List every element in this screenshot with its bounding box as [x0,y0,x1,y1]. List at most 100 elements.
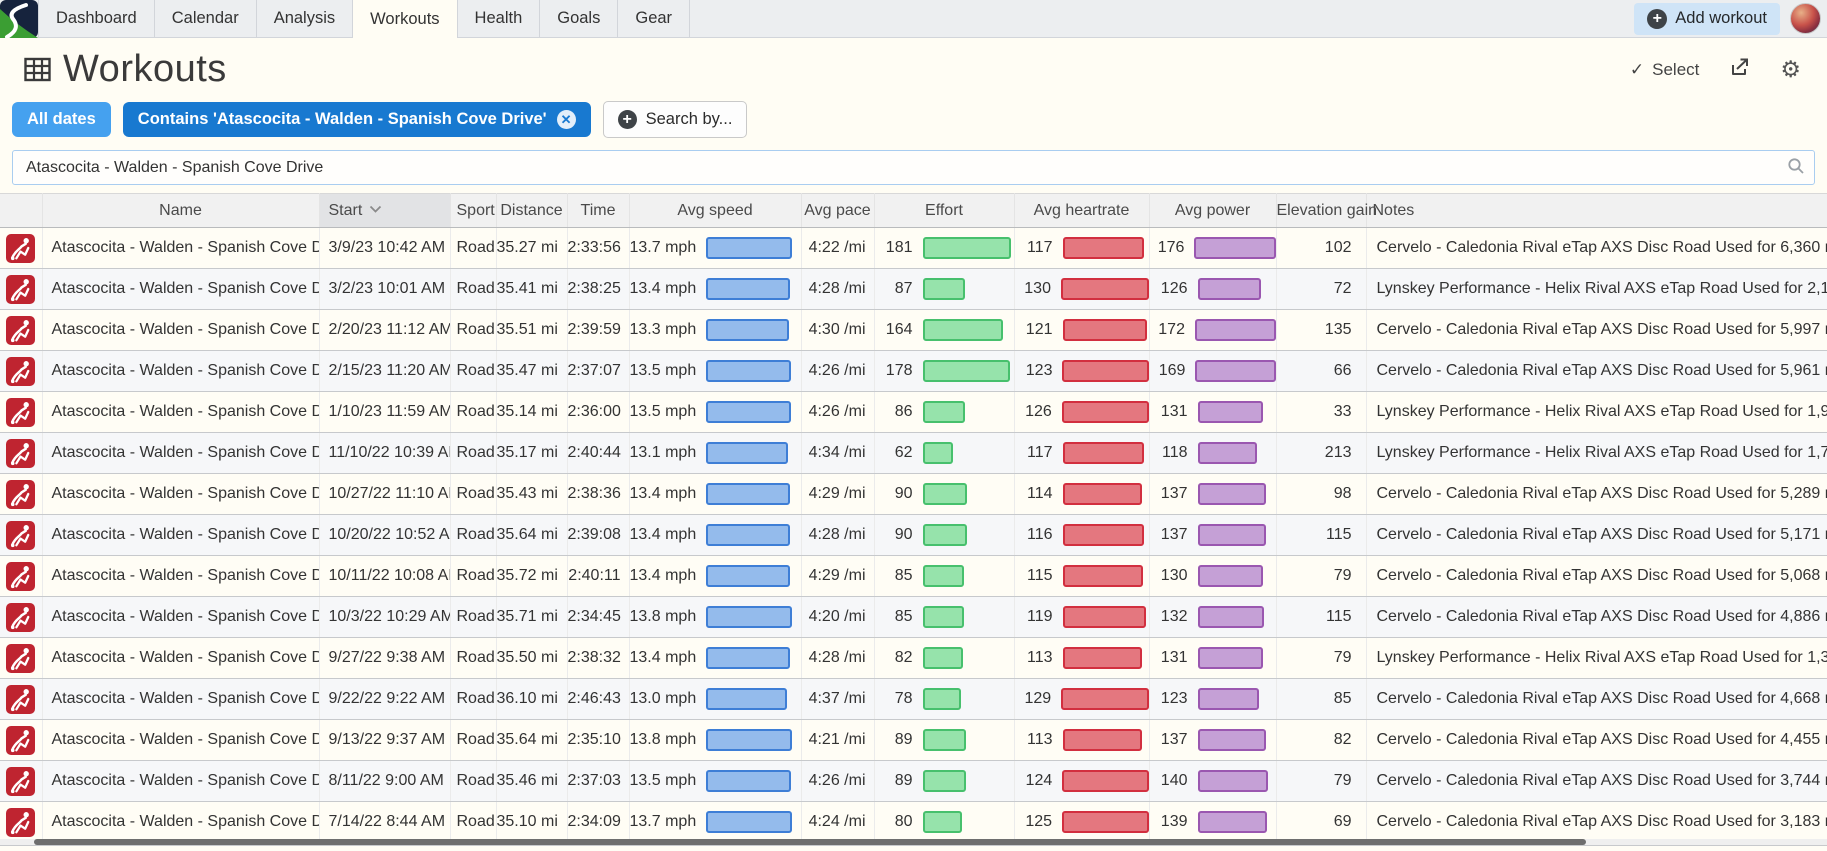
table-row[interactable]: Atascocita - Walden - Spanish Cove Drive… [0,474,1827,515]
workout-distance: 35.72 mi [496,556,567,597]
table-row[interactable]: Atascocita - Walden - Spanish Cove Drive… [0,679,1827,720]
effort-value: 78 [875,690,913,708]
cycling-workout-icon [6,316,35,345]
workout-time: 2:39:08 [567,515,629,556]
effort-bar [923,319,1003,341]
column-header-time[interactable]: Time [567,194,629,228]
column-header-sport[interactable]: Sport [450,194,496,228]
workouts-table: Name Start Sport Distance Time Avg speed… [0,193,1827,843]
column-header-distance[interactable]: Distance [496,194,567,228]
effort-bar [923,401,965,423]
column-header-notes[interactable]: Notes [1366,194,1827,228]
table-row[interactable]: Atascocita - Walden - Spanish Cove Drive… [0,351,1827,392]
workout-distance: 35.17 mi [496,433,567,474]
avg-heartrate-value: 114 [1015,485,1053,503]
table-grid-icon [24,56,51,83]
elevation-gain-value: 79 [1276,556,1366,597]
table-row[interactable]: Atascocita - Walden - Spanish Cove Drive… [0,802,1827,843]
tab-calendar[interactable]: Calendar [155,0,257,37]
add-workout-button[interactable]: + Add workout [1634,3,1780,35]
avg-power-value: 169 [1150,362,1186,380]
workout-notes: Cervelo - Caledonia Rival eTap AXS Disc … [1366,310,1827,351]
tab-gear[interactable]: Gear [618,0,690,37]
workout-notes: Lynskey Performance - Helix Rival AXS eT… [1366,433,1827,474]
column-header-effort[interactable]: Effort [874,194,1014,228]
table-row[interactable]: Atascocita - Walden - Spanish Cove Drive… [0,556,1827,597]
avg-speed-bar [706,565,790,587]
chevron-down-icon [369,201,382,219]
table-header-row: Name Start Sport Distance Time Avg speed… [0,194,1827,228]
avg-heartrate-bar [1063,729,1142,751]
tab-goals[interactable]: Goals [540,0,618,37]
table-row[interactable]: Atascocita - Walden - Spanish Cove Drive… [0,310,1827,351]
effort-bar [923,442,953,464]
horizontal-scrollbar-thumb[interactable] [34,839,1586,845]
column-header-avg-speed[interactable]: Avg speed [629,194,801,228]
effort-value: 62 [875,444,913,462]
user-avatar[interactable] [1790,3,1821,34]
workout-sport: Road [450,556,496,597]
column-header-elevation-gain[interactable]: Elevation gain [1276,194,1366,228]
remove-filter-icon[interactable]: ✕ [557,110,576,129]
effort-value: 89 [875,772,913,790]
workout-notes: Cervelo - Caledonia Rival eTap AXS Disc … [1366,351,1827,392]
table-row[interactable]: Atascocita - Walden - Spanish Cove Drive… [0,433,1827,474]
avg-pace-value: 4:26 /mi [801,392,874,433]
avg-speed-value: 13.5 mph [630,403,696,421]
workout-distance: 35.51 mi [496,310,567,351]
table-row[interactable]: Atascocita - Walden - Spanish Cove Drive… [0,269,1827,310]
table-row[interactable]: Atascocita - Walden - Spanish Cove Drive… [0,638,1827,679]
avg-speed-value: 13.7 mph [630,813,696,831]
avg-power-value: 131 [1150,403,1188,421]
table-row[interactable]: Atascocita - Walden - Spanish Cove Drive… [0,228,1827,269]
effort-value: 82 [875,649,913,667]
cycling-workout-icon [6,275,35,304]
avg-speed-bar [706,770,791,792]
workout-name: Atascocita - Walden - Spanish Cove Drive [42,597,319,638]
settings-gear-icon[interactable]: ⚙ [1780,58,1801,81]
workout-time: 2:33:56 [567,228,629,269]
cycling-workout-icon [6,480,35,509]
share-icon[interactable] [1729,57,1750,83]
elevation-gain-value: 115 [1276,515,1366,556]
avg-power-bar [1198,729,1267,751]
avg-speed-bar [706,811,792,833]
search-input[interactable] [12,150,1815,185]
avg-pace-value: 4:24 /mi [801,802,874,843]
column-header-avg-power[interactable]: Avg power [1149,194,1276,228]
table-row[interactable]: Atascocita - Walden - Spanish Cove Drive… [0,597,1827,638]
avg-speed-bar [706,606,793,628]
workout-sport: Road [450,392,496,433]
horizontal-scrollbar[interactable] [0,839,1827,845]
filter-chip-all-dates[interactable]: All dates [12,102,111,137]
table-row[interactable]: Atascocita - Walden - Spanish Cove Drive… [0,761,1827,802]
table-row[interactable]: Atascocita - Walden - Spanish Cove Drive… [0,392,1827,433]
workout-name: Atascocita - Walden - Spanish Cove Drive [42,351,319,392]
column-header-start[interactable]: Start [319,194,450,228]
app-logo-icon[interactable] [0,0,38,38]
workout-name: Atascocita - Walden - Spanish Cove Drive [42,515,319,556]
search-by-button[interactable]: + Search by... [603,101,748,138]
search-by-label: Search by... [646,110,733,129]
column-header-avg-pace[interactable]: Avg pace [801,194,874,228]
tab-health[interactable]: Health [458,0,541,37]
avg-speed-value: 13.4 mph [630,280,696,298]
column-header-avg-heartrate[interactable]: Avg heartrate [1014,194,1149,228]
plus-circle-icon: + [1647,9,1667,29]
workout-name: Atascocita - Walden - Spanish Cove Drive [42,802,319,843]
search-icon [1787,157,1805,180]
tab-workouts[interactable]: Workouts [353,0,457,38]
tab-analysis[interactable]: Analysis [257,0,353,37]
select-button[interactable]: ✓ Select [1630,60,1700,80]
tab-dashboard[interactable]: Dashboard [38,0,155,37]
avg-power-value: 123 [1150,690,1188,708]
table-row[interactable]: Atascocita - Walden - Spanish Cove Drive… [0,720,1827,761]
filter-chip-contains[interactable]: Contains 'Atascocita - Walden - Spanish … [123,102,591,137]
effort-value: 85 [875,608,913,626]
workout-start: 9/27/22 9:38 AM [319,638,450,679]
table-row[interactable]: Atascocita - Walden - Spanish Cove Drive… [0,515,1827,556]
effort-bar [923,606,965,628]
workout-time: 2:38:36 [567,474,629,515]
column-header-name[interactable]: Name [42,194,319,228]
avg-pace-value: 4:28 /mi [801,638,874,679]
